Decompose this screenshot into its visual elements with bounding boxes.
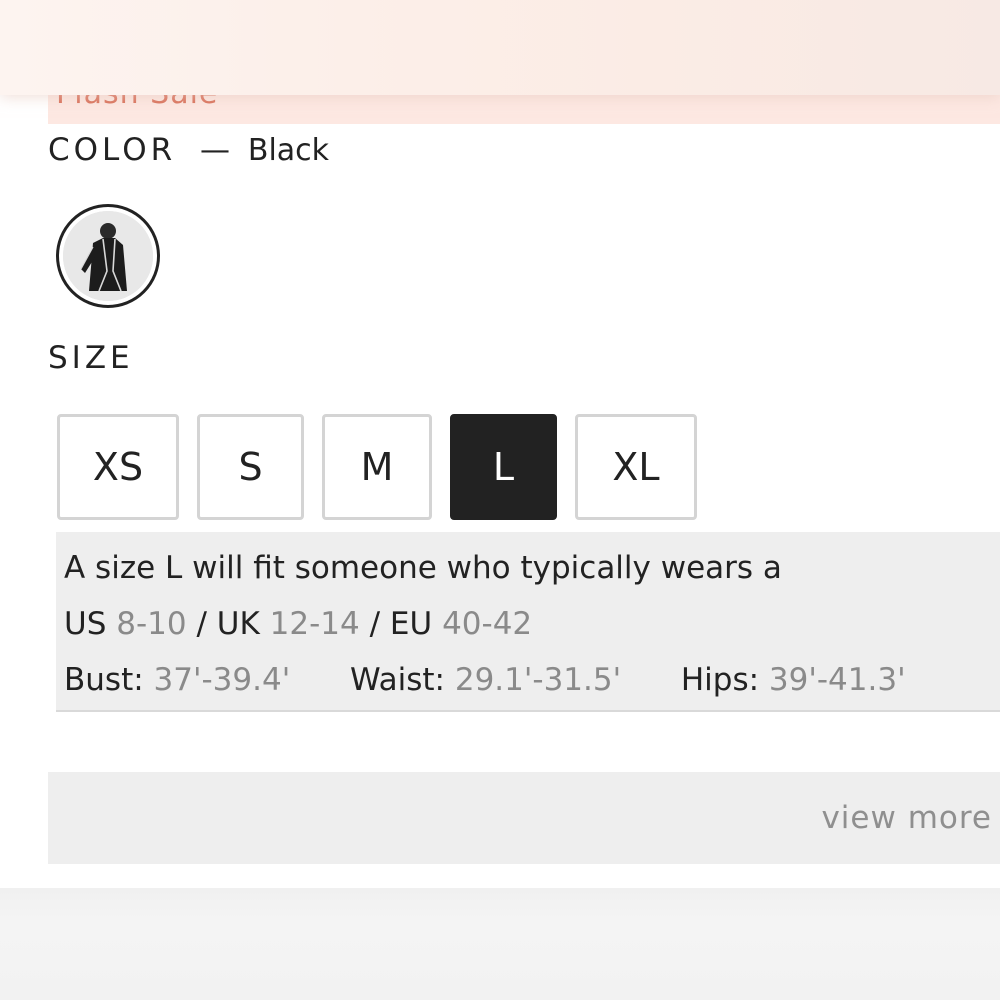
- bust-value: 37'-39.4': [153, 662, 291, 698]
- size-option-xl[interactable]: XL: [575, 414, 697, 520]
- view-more-label: view more: [821, 800, 992, 836]
- color-value: Black: [247, 133, 330, 168]
- size-option-l-selected[interactable]: L: [450, 414, 557, 520]
- measurements-row: Bust: 37'-39.4' Waist: 29.1'-31.5' Hips:…: [64, 662, 906, 698]
- eu-label: EU: [389, 606, 433, 642]
- slash-separator: /: [196, 606, 207, 642]
- size-label: SIZE: [48, 340, 134, 376]
- size-option-s[interactable]: S: [197, 414, 304, 520]
- size-option-m[interactable]: M: [322, 414, 432, 520]
- waist-label: Waist:: [349, 662, 445, 698]
- color-selector-title: COLOR — Black: [48, 132, 329, 168]
- size-conversion-row: US 8-10 / UK 12-14 / EU 40-42: [64, 606, 532, 642]
- size-fit-info: A size L will fit someone who typically …: [56, 532, 1000, 712]
- waist-value: 29.1'-31.5': [454, 662, 622, 698]
- size-option-xs[interactable]: XS: [57, 414, 179, 520]
- hips-value: 39'-41.3': [768, 662, 906, 698]
- us-value: 8-10: [116, 606, 187, 642]
- color-swatch-black[interactable]: [56, 204, 160, 308]
- uk-label: UK: [216, 606, 260, 642]
- slash-separator: /: [369, 606, 381, 642]
- color-label: COLOR: [48, 132, 177, 168]
- fit-description: A size L will fit someone who typically …: [64, 550, 782, 586]
- footer-overlay: [0, 888, 1000, 1000]
- uk-value: 12-14: [269, 606, 360, 642]
- view-more-button[interactable]: view more: [48, 772, 1000, 864]
- product-thumbnail-image: [63, 211, 153, 301]
- eu-value: 40-42: [442, 606, 533, 642]
- hips-label: Hips:: [680, 662, 760, 698]
- bust-label: Bust:: [64, 662, 144, 698]
- model-coat-image: [63, 211, 153, 301]
- color-separator: —: [200, 133, 231, 168]
- header-overlay: [0, 0, 1000, 95]
- us-label: US: [64, 606, 107, 642]
